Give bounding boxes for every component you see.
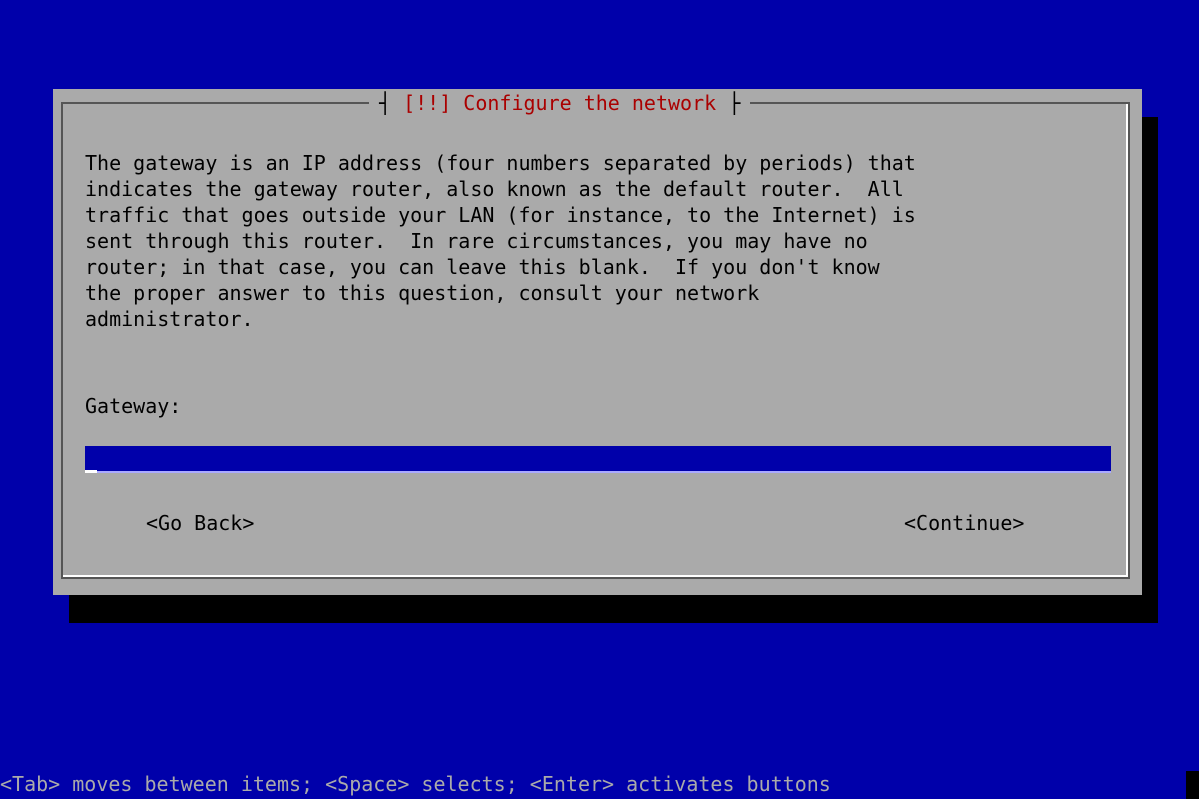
title-right-bracket: ├ bbox=[728, 91, 741, 115]
dialog-title-bar: ┤ [!!] Configure the network ├ bbox=[369, 91, 751, 115]
terminal-cursor bbox=[1186, 771, 1199, 799]
dialog-message: The gateway is an IP address (four numbe… bbox=[85, 151, 916, 331]
configure-network-dialog: ┤ [!!] Configure the network ├ The gatew… bbox=[53, 89, 1142, 595]
continue-button[interactable]: <Continue> bbox=[904, 510, 1024, 536]
dialog-title: [!!] Configure the network bbox=[403, 91, 717, 115]
text-cursor bbox=[85, 470, 97, 473]
gateway-label: Gateway: bbox=[85, 394, 182, 418]
help-line: <Tab> moves between items; <Space> selec… bbox=[0, 772, 831, 796]
title-left-bracket: ┤ bbox=[379, 91, 392, 115]
gateway-input[interactable] bbox=[85, 446, 1111, 473]
go-back-button[interactable]: <Go Back> bbox=[146, 510, 254, 536]
